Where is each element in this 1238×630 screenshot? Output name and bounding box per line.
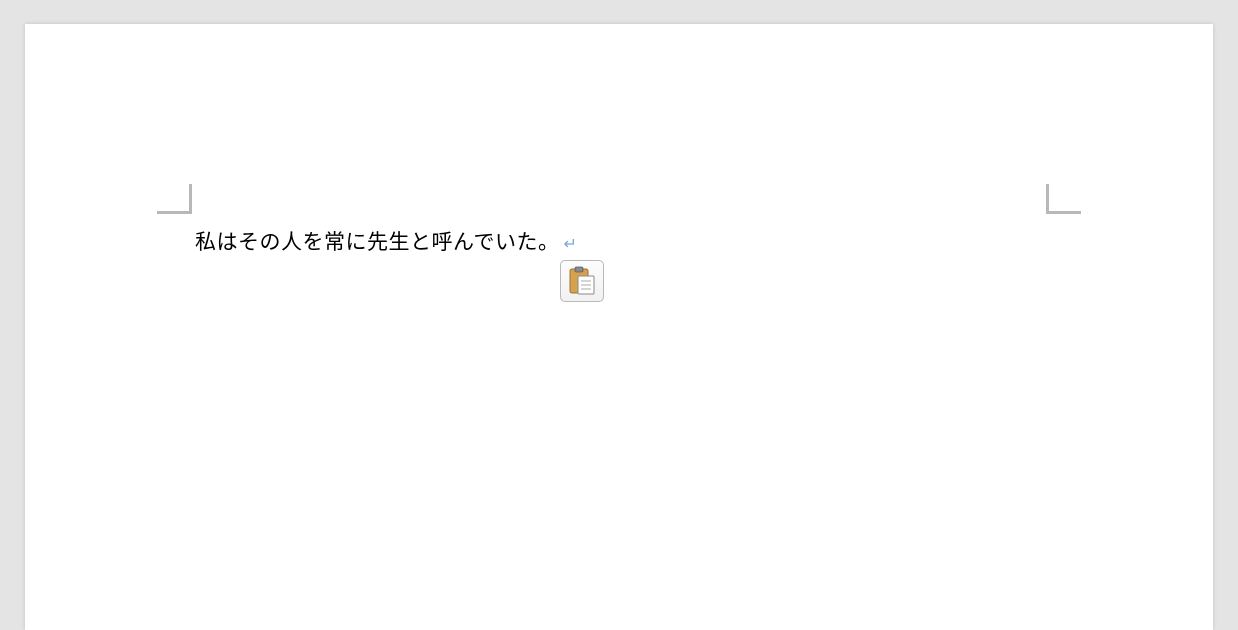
paste-options-button[interactable] [560, 260, 604, 302]
paragraph-line[interactable]: 私はその人を常に先生と呼んでいた。↵ [195, 226, 577, 256]
document-page[interactable]: 私はその人を常に先生と呼んでいた。↵ [25, 24, 1213, 630]
paragraph-mark-icon: ↵ [563, 236, 577, 253]
body-text[interactable]: 私はその人を常に先生と呼んでいた。 [195, 230, 559, 254]
clipboard-icon [567, 266, 597, 296]
margin-corner-top-left [157, 184, 192, 214]
margin-corner-top-right [1046, 184, 1081, 214]
